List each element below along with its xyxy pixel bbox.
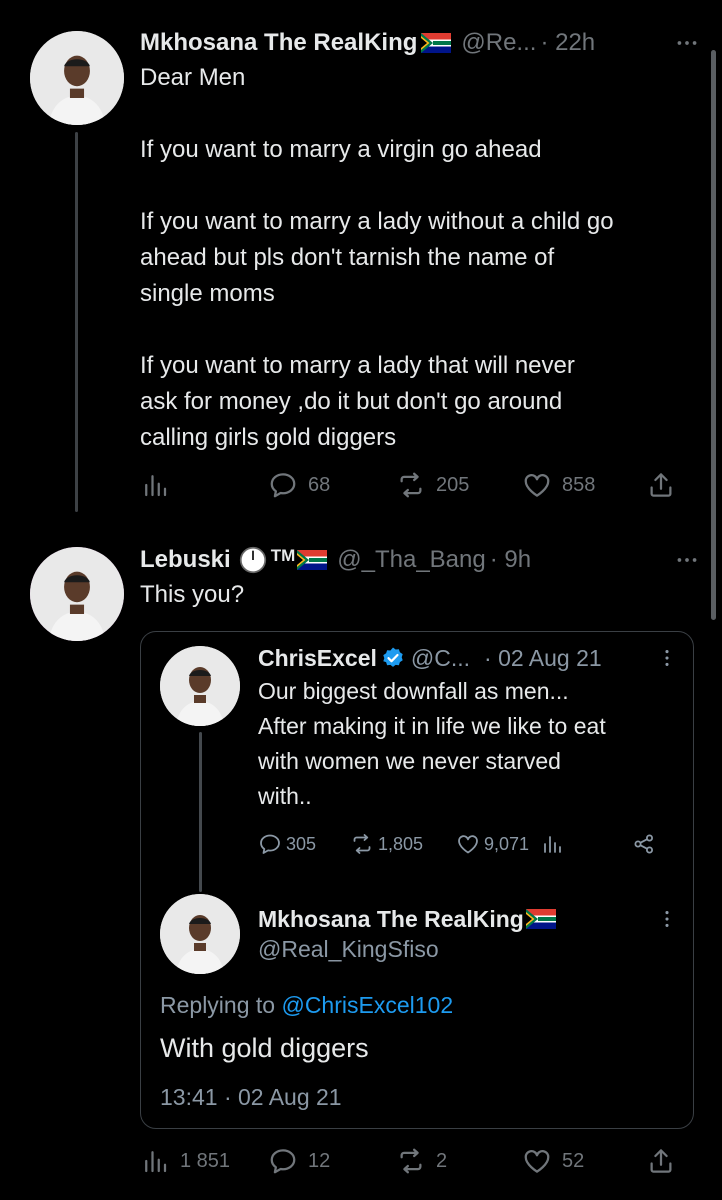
- reply-count: 12: [308, 1149, 331, 1172]
- tweet-line: ask for money ,do it but don't go around: [140, 388, 563, 415]
- retweet-count: 2: [436, 1149, 448, 1172]
- retweet-icon: [350, 832, 374, 856]
- quote-header: ChrisExcel @C... · 02 Aug 21: [258, 642, 678, 674]
- like-button[interactable]: 858: [522, 470, 595, 500]
- tweet-time[interactable]: · 22h: [540, 29, 595, 57]
- share-button[interactable]: [646, 470, 676, 500]
- reply-count: 305: [286, 833, 317, 854]
- more-icon[interactable]: [674, 30, 700, 56]
- views-button[interactable]: 1 851: [140, 1146, 230, 1176]
- retweet-button[interactable]: 205: [396, 470, 469, 500]
- link-share-icon: [632, 832, 656, 856]
- retweet-button[interactable]: 1,805: [350, 832, 423, 856]
- tweet-time[interactable]: · 02 Aug 21: [484, 645, 602, 672]
- like-icon: [456, 832, 480, 856]
- avatar[interactable]: [160, 646, 240, 726]
- reply-button[interactable]: 68: [268, 470, 330, 500]
- flag-icon: [421, 33, 451, 53]
- author-handle[interactable]: @Re...: [461, 29, 536, 57]
- like-button[interactable]: 52: [522, 1146, 584, 1176]
- tweet-line: ahead but pls don't tarnish the name of: [140, 244, 555, 271]
- like-button[interactable]: 9,071: [456, 832, 529, 856]
- tweet2-actions: 1 851 12 2 52: [140, 1144, 680, 1178]
- retweet-count: 205: [436, 473, 470, 496]
- avatar-photo-icon: [160, 646, 240, 726]
- tweet-line: Our biggest downfall as men...: [258, 678, 569, 704]
- views-count: 1 851: [180, 1149, 231, 1172]
- tweet2-text: This you?: [140, 581, 245, 608]
- avatar[interactable]: [30, 31, 124, 125]
- reply-button[interactable]: 305: [258, 832, 316, 856]
- quote-actions: 305 1,805 9,071: [258, 830, 678, 860]
- views-icon: [140, 1146, 170, 1176]
- retweet-icon: [396, 1146, 426, 1176]
- like-count: 52: [562, 1149, 585, 1172]
- author-name[interactable]: Mkhosana The RealKing: [258, 906, 524, 933]
- replying-to: Replying to @ChrisExcel102: [160, 992, 453, 1019]
- retweet-button[interactable]: 2: [396, 1146, 447, 1176]
- tweet-line: If you want to marry a lady that will ne…: [140, 352, 575, 379]
- link-share-button[interactable]: [632, 832, 656, 856]
- avatar-photo-icon: [30, 31, 124, 125]
- scrollbar[interactable]: [711, 50, 716, 620]
- tweet1-header: Mkhosana The RealKing @Re... · 22h: [140, 26, 700, 60]
- views-button[interactable]: [540, 832, 564, 856]
- quote-body: Our biggest downfall as men... After mak…: [258, 674, 606, 814]
- tweet-line: After making it in life we like to eat: [258, 713, 606, 739]
- like-icon: [522, 1146, 552, 1176]
- reply-header: Mkhosana The RealKing: [258, 903, 678, 935]
- flag-icon: [297, 550, 327, 570]
- like-count: 858: [562, 473, 596, 496]
- tweet-line: calling girls gold diggers: [140, 424, 397, 451]
- flag-icon: [526, 909, 556, 929]
- more-icon[interactable]: [674, 547, 700, 573]
- share-icon: [646, 470, 676, 500]
- reply-count: 68: [308, 473, 331, 496]
- thread-line: [75, 132, 78, 512]
- tweet-line: If you want to marry a virgin go ahead: [140, 136, 542, 163]
- avatar-photo-icon: [30, 547, 124, 641]
- reply-timestamp[interactable]: 13:41 · 02 Aug 21: [160, 1084, 342, 1111]
- author-name[interactable]: Lebuski: [140, 546, 231, 574]
- tweet-line: with women we never starved: [258, 748, 561, 774]
- views-icon: [540, 832, 564, 856]
- tweet-line: with..: [258, 783, 312, 809]
- share-button[interactable]: [646, 1146, 676, 1176]
- avatar-photo-icon: [160, 894, 240, 974]
- verified-icon: [383, 647, 403, 667]
- reply-icon: [268, 1146, 298, 1176]
- tweet-line: If you want to marry a lady without a ch…: [140, 208, 614, 235]
- author-handle[interactable]: @_Tha_Bang: [337, 546, 485, 574]
- tweet1-body: Dear Men If you want to marry a virgin g…: [140, 60, 710, 456]
- more-icon[interactable]: [656, 908, 678, 930]
- author-handle[interactable]: @Real_KingSfiso: [258, 936, 439, 963]
- author-handle[interactable]: @C...: [411, 645, 470, 672]
- share-icon: [646, 1146, 676, 1176]
- tm-mark: TM: [270, 546, 296, 565]
- views-button[interactable]: [140, 470, 170, 500]
- like-count: 9,071: [484, 833, 530, 854]
- retweet-count: 1,805: [378, 833, 424, 854]
- like-icon: [522, 470, 552, 500]
- retweet-icon: [396, 470, 426, 500]
- reply-icon: [268, 470, 298, 500]
- reply-button[interactable]: 12: [268, 1146, 330, 1176]
- replying-to-link[interactable]: @ChrisExcel102: [281, 992, 453, 1018]
- clock-badge-icon: [239, 546, 266, 574]
- tweet-line: single moms: [140, 280, 275, 307]
- avatar[interactable]: [160, 894, 240, 974]
- author-name[interactable]: ChrisExcel: [258, 645, 377, 672]
- tweet-time[interactable]: · 9h: [490, 546, 531, 574]
- replying-prefix: Replying to: [160, 992, 276, 1018]
- thread-line: [199, 732, 202, 892]
- more-icon[interactable]: [656, 647, 678, 669]
- author-name[interactable]: Mkhosana The RealKing: [140, 29, 417, 57]
- avatar[interactable]: [30, 547, 124, 641]
- tweet1-actions: 68 205 858: [140, 468, 680, 502]
- tweet-line: Dear Men: [140, 64, 246, 91]
- tweet2-header: Lebuski TM @_Tha_Bang · 9h: [140, 543, 700, 577]
- reply-text: With gold diggers: [160, 1033, 369, 1063]
- reply-icon: [258, 832, 282, 856]
- views-icon: [140, 470, 170, 500]
